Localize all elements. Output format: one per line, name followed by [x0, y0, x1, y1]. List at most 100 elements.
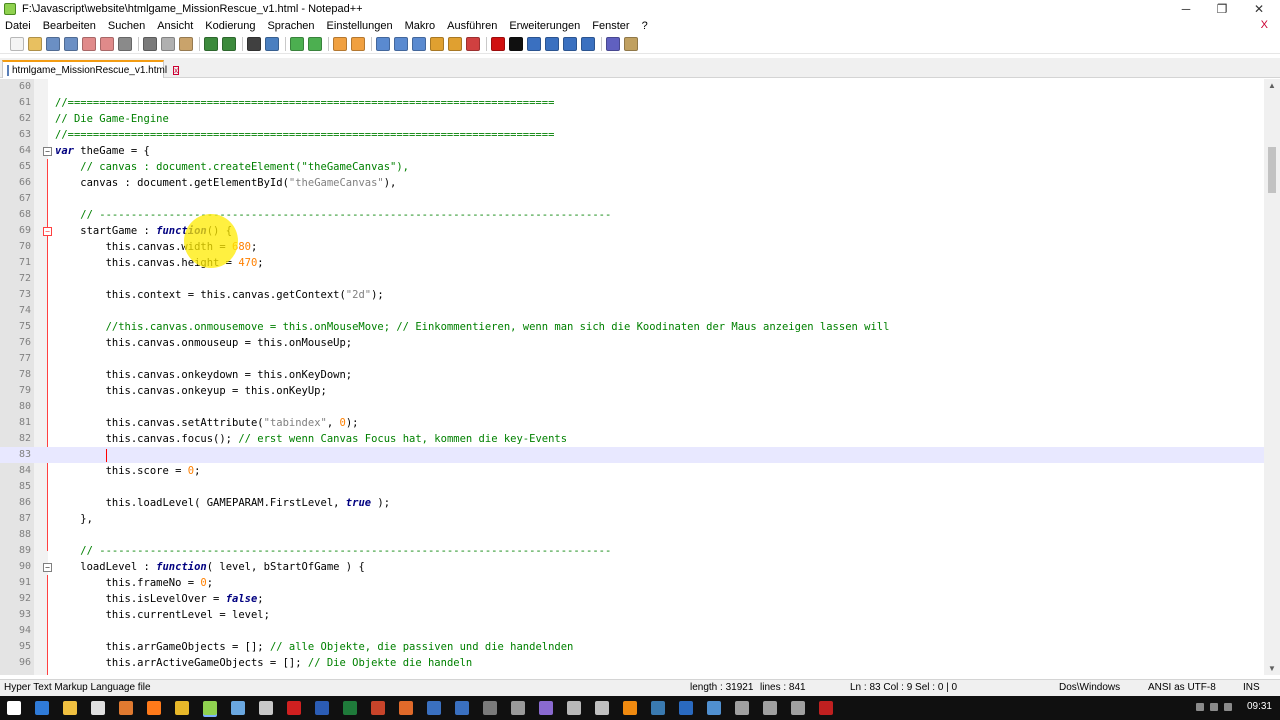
- code-line[interactable]: 62 // Die Game-Engine: [0, 111, 1264, 127]
- app-icon-21[interactable]: [567, 701, 581, 715]
- vlc-icon[interactable]: [623, 701, 637, 715]
- plugin-icon[interactable]: [624, 36, 638, 51]
- menu-item-datei[interactable]: Datei: [5, 20, 31, 32]
- menu-item--[interactable]: ?: [642, 20, 648, 32]
- close-document-button[interactable]: X: [1261, 19, 1268, 31]
- close-all-icon[interactable]: [100, 36, 114, 51]
- app-icon-19[interactable]: [511, 701, 525, 715]
- tray-volume-icon[interactable]: [1210, 703, 1218, 711]
- sync-v-icon[interactable]: [333, 36, 347, 51]
- code-line[interactable]: 96 this.arrActiveGameObjects = []; // Di…: [0, 655, 1264, 671]
- save-macro-icon[interactable]: [563, 36, 577, 51]
- tray-keyboard-icon[interactable]: [1224, 703, 1232, 711]
- scroll-up-icon[interactable]: ▲: [1268, 81, 1276, 90]
- code-line[interactable]: 65 // canvas : document.createElement("t…: [0, 159, 1264, 175]
- lightroom-icon[interactable]: [651, 701, 665, 715]
- app-icon-22[interactable]: [595, 701, 609, 715]
- scroll-thumb[interactable]: [1268, 147, 1276, 193]
- taskbar-clock[interactable]: 09:31: [1247, 701, 1272, 712]
- menu-item-ausführen[interactable]: Ausführen: [447, 20, 497, 32]
- code-line[interactable]: 85: [0, 479, 1264, 495]
- menu-item-fenster[interactable]: Fenster: [592, 20, 629, 32]
- fold-toggle-icon[interactable]: −: [43, 147, 52, 156]
- spellcheck-icon[interactable]: [606, 36, 620, 51]
- app-icon-15[interactable]: [399, 701, 413, 715]
- powerpoint-icon[interactable]: [371, 701, 385, 715]
- menu-item-erweiterungen[interactable]: Erweiterungen: [509, 20, 580, 32]
- code-line[interactable]: 73 this.context = this.canvas.getContext…: [0, 287, 1264, 303]
- code-line[interactable]: 94: [0, 623, 1264, 639]
- code-line[interactable]: 60: [0, 79, 1264, 95]
- new-file-icon[interactable]: [10, 36, 24, 51]
- edge-icon[interactable]: [35, 701, 49, 715]
- open-file-icon[interactable]: [28, 36, 42, 51]
- find-icon[interactable]: [247, 36, 261, 51]
- start-icon[interactable]: [7, 701, 21, 715]
- close-window-button[interactable]: ✕: [1241, 0, 1277, 18]
- close-icon[interactable]: [82, 36, 96, 51]
- redo-icon[interactable]: [222, 36, 236, 51]
- code-line[interactable]: 78 this.canvas.onkeydown = this.onKeyDow…: [0, 367, 1264, 383]
- menu-item-ansicht[interactable]: Ansicht: [157, 20, 193, 32]
- tab-close-icon[interactable]: x: [173, 65, 180, 75]
- paste-icon[interactable]: [179, 36, 193, 51]
- code-line[interactable]: 79 this.canvas.onkeyup = this.onKeyUp;: [0, 383, 1264, 399]
- code-line[interactable]: 68 // ----------------------------------…: [0, 207, 1264, 223]
- cut-icon[interactable]: [143, 36, 157, 51]
- code-line[interactable]: 87 },: [0, 511, 1264, 527]
- doc-map-icon[interactable]: [448, 36, 462, 51]
- record-macro-icon[interactable]: [491, 36, 505, 51]
- indent-guide-icon[interactable]: [412, 36, 426, 51]
- code-line[interactable]: 80: [0, 399, 1264, 415]
- vertical-scrollbar[interactable]: ▲ ▼: [1264, 79, 1280, 675]
- save-icon[interactable]: [46, 36, 60, 51]
- app-icon-10[interactable]: [259, 701, 273, 715]
- code-line[interactable]: 82 this.canvas.focus(); // erst wenn Can…: [0, 431, 1264, 447]
- notepadpp-icon[interactable]: [203, 701, 217, 715]
- code-line[interactable]: 92 this.isLevelOver = false;: [0, 591, 1264, 607]
- restore-button[interactable]: ❐: [1204, 0, 1240, 18]
- app-icon-17[interactable]: [455, 701, 469, 715]
- wrap-icon[interactable]: [376, 36, 390, 51]
- menu-item-suchen[interactable]: Suchen: [108, 20, 145, 32]
- code-line[interactable]: 63 //====================================…: [0, 127, 1264, 143]
- lang-icon[interactable]: [430, 36, 444, 51]
- tray-network-icon[interactable]: [1196, 703, 1204, 711]
- code-line[interactable]: 88: [0, 527, 1264, 543]
- code-line[interactable]: 61 //====================================…: [0, 95, 1264, 111]
- func-list-icon[interactable]: [466, 36, 480, 51]
- app-icon-28[interactable]: [763, 701, 777, 715]
- firefox-icon[interactable]: [147, 701, 161, 715]
- code-line[interactable]: 83: [0, 447, 1264, 463]
- code-line[interactable]: 72: [0, 271, 1264, 287]
- save-all-icon[interactable]: [64, 36, 78, 51]
- code-line[interactable]: 64 − var theGame = {: [0, 143, 1264, 159]
- word-icon[interactable]: [315, 701, 329, 715]
- scroll-down-icon[interactable]: ▼: [1268, 664, 1276, 673]
- app-icon-26[interactable]: [707, 701, 721, 715]
- app-icon-16[interactable]: [427, 701, 441, 715]
- undo-icon[interactable]: [204, 36, 218, 51]
- replace-icon[interactable]: [265, 36, 279, 51]
- code-line[interactable]: 66 canvas : document.getElementById("the…: [0, 175, 1264, 191]
- app-icon-20[interactable]: [539, 701, 553, 715]
- code-line[interactable]: 67: [0, 191, 1264, 207]
- paint-icon[interactable]: [119, 701, 133, 715]
- code-line[interactable]: 95 this.arrGameObjects = []; // alle Obj…: [0, 639, 1264, 655]
- acrobat-icon[interactable]: [287, 701, 301, 715]
- menu-item-kodierung[interactable]: Kodierung: [205, 20, 255, 32]
- menu-item-einstellungen[interactable]: Einstellungen: [327, 20, 393, 32]
- code-line[interactable]: 93 this.currentLevel = level;: [0, 607, 1264, 623]
- code-line[interactable]: 86 this.loadLevel( GAMEPARAM.FirstLevel,…: [0, 495, 1264, 511]
- print-icon[interactable]: [118, 36, 132, 51]
- minimize-button[interactable]: ─: [1168, 0, 1204, 18]
- app-icon-29[interactable]: [791, 701, 805, 715]
- app-icon-18[interactable]: [483, 701, 497, 715]
- fold-toggle-icon[interactable]: −: [43, 227, 52, 236]
- code-line[interactable]: 74: [0, 303, 1264, 319]
- play-macro-icon[interactable]: [527, 36, 541, 51]
- app-icon-9[interactable]: [231, 701, 245, 715]
- code-line[interactable]: 81 this.canvas.setAttribute("tabindex", …: [0, 415, 1264, 431]
- excel-icon[interactable]: [343, 701, 357, 715]
- copy-icon[interactable]: [161, 36, 175, 51]
